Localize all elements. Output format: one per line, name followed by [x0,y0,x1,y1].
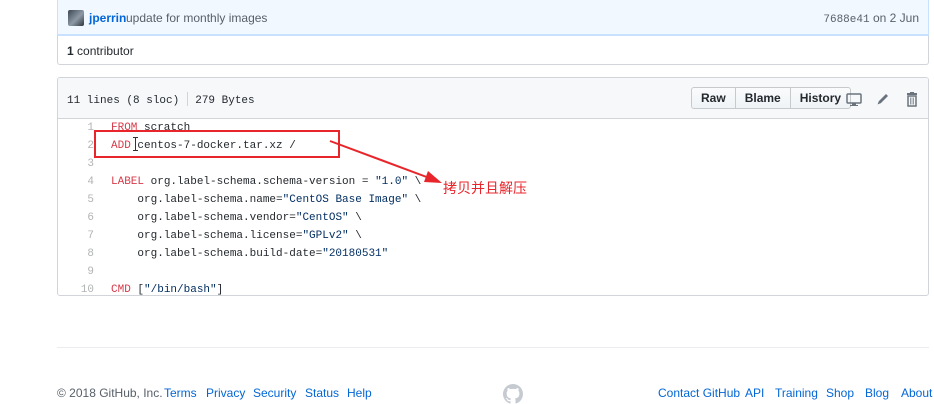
code-keyword: LABEL [111,176,145,188]
contributors-summary: 1 contributor [67,44,134,58]
trashcan-icon[interactable] [904,91,920,107]
code-string: "/bin/bash" [144,284,217,296]
pencil-icon[interactable] [875,91,891,107]
code-text: org.label-schema.build-date= [111,248,323,260]
code-string: "1.0" [375,176,409,188]
file-info-divider [187,92,189,106]
footer-link-training[interactable]: Training [775,386,818,400]
line-number[interactable]: 6 [58,209,94,227]
file-size: 279 Bytes [195,95,255,107]
file-info: 11 lines (8 sloc) 279 Bytes [67,92,255,107]
line-number[interactable]: 10 [58,281,94,295]
footer-link-api[interactable]: API [745,386,764,400]
code-text: ] [216,284,224,296]
line-number[interactable]: 2 [58,137,94,155]
code-text: org.label-schema.schema-version = [144,176,376,188]
line-number[interactable]: 9 [58,263,94,281]
line-content: org.label-schema.build-date="20180531" [111,245,388,263]
line-number[interactable]: 3 [58,155,94,173]
footer-link-privacy[interactable]: Privacy [206,386,245,400]
line-number[interactable]: 5 [58,191,94,209]
annotation-label: 拷贝并且解压 [443,181,527,197]
code-text: \ [408,176,422,188]
contributors-bar[interactable]: 1 contributor [57,35,929,65]
code-string: "CentOS Base Image" [282,194,409,206]
line-number[interactable]: 7 [58,227,94,245]
line-number[interactable]: 1 [58,119,94,137]
desktop-icon[interactable] [846,91,862,107]
blame-button[interactable]: Blame [734,87,791,109]
raw-button[interactable]: Raw [691,87,736,109]
latest-commit-bar: jperrin update for monthly images 7688e4… [57,0,929,35]
code-text: \ [408,194,422,206]
file-actions: Raw Blame History [691,87,852,109]
code-string: "CentOS" [295,212,349,224]
line-content: org.label-schema.vendor="CentOS" \ [111,209,362,227]
avatar[interactable] [68,10,84,26]
code-keyword: CMD [111,284,131,296]
contributor-label: contributor [77,44,134,58]
commit-date: 2 Jun [889,11,919,25]
commit-sha[interactable]: 7688e41 [823,14,869,26]
commit-message[interactable]: update for monthly images [126,11,267,25]
code-text: org.label-schema.name= [111,194,283,206]
footer-link-about[interactable]: About [901,386,932,400]
code-text: org.label-schema.vendor= [111,212,296,224]
commit-author-link[interactable]: jperrin [89,11,126,25]
line-number[interactable]: 4 [58,173,94,191]
footer-link-status[interactable]: Status [305,386,339,400]
file-line-count: 11 lines (8 sloc) [67,95,180,107]
footer-link-blog[interactable]: Blog [865,386,889,400]
footer-divider [57,347,929,348]
code-text: org.label-schema.license= [111,230,303,242]
line-content: LABEL org.label-schema.schema-version = … [111,173,421,191]
site-footer: © 2018 GitHub, Inc. Terms Privacy Securi… [57,384,932,404]
code-text: [ [130,284,145,296]
contributor-count: 1 [67,44,74,58]
text-cursor-icon [133,137,138,151]
commit-meta: 7688e41 on 2 Jun [823,11,919,26]
footer-link-terms[interactable]: Terms [164,386,197,400]
code-string: "20180531" [322,248,389,260]
file-icon-actions [846,91,920,107]
footer-link-contact[interactable]: Contact GitHub [658,386,740,400]
line-content: CMD ["/bin/bash"] [111,281,224,296]
footer-link-help[interactable]: Help [347,386,372,400]
code-text: \ [348,230,362,242]
line-content: org.label-schema.name="CentOS Base Image… [111,191,421,209]
annotation-highlight-box [94,130,340,158]
line-content: org.label-schema.license="GPLv2" \ [111,227,362,245]
file-header: 11 lines (8 sloc) 279 Bytes Raw Blame His… [58,78,928,119]
commit-date-prefix: on [872,11,887,25]
code-text: \ [348,212,362,224]
footer-copyright: © 2018 GitHub, Inc. [57,386,163,400]
code-string: "GPLv2" [302,230,349,242]
github-logo-icon[interactable] [503,384,523,404]
history-button[interactable]: History [789,87,852,109]
line-number[interactable]: 8 [58,245,94,263]
footer-link-security[interactable]: Security [253,386,296,400]
footer-link-shop[interactable]: Shop [826,386,854,400]
